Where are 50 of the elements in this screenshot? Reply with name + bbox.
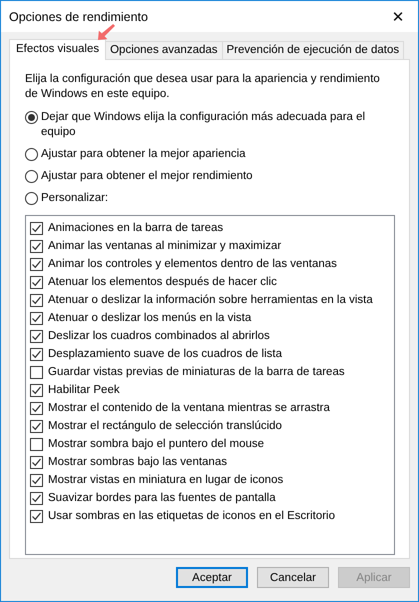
checkbox-label[interactable]: Mostrar el rectángulo de selección translúcido [48, 420, 282, 432]
radio-button[interactable] [25, 170, 38, 183]
dialog-button[interactable]: Aceptar [176, 567, 248, 588]
checkbox-label[interactable]: Desplazamiento suave de los cuadros de lista [48, 348, 282, 360]
checkbox-label[interactable]: Atenuar los elementos después de hacer clic [48, 276, 277, 288]
checkbox[interactable] [30, 420, 43, 432]
close-button[interactable]: ✕ [378, 1, 418, 32]
checkbox-label[interactable]: Mostrar sombra bajo el puntero del mouse [48, 438, 264, 450]
checkbox[interactable] [30, 456, 43, 468]
checkbox-label[interactable]: Suavizar bordes para las fuentes de pantalla [48, 492, 276, 504]
checkbox-label[interactable]: Animar las ventanas al minimizar y maximizar [48, 240, 282, 252]
tab[interactable]: Prevención de ejecución de datos [222, 41, 404, 59]
checkbox-label[interactable]: Mostrar vistas en miniatura en lugar de iconos [48, 474, 284, 486]
checkbox[interactable] [30, 510, 43, 522]
radio-label[interactable]: Personalizar: [41, 191, 108, 206]
checkbox[interactable] [30, 366, 43, 378]
description-text: Elija la configuración que desea usar para la apariencia y rendimiento de Windows en este equipo. [25, 72, 381, 102]
checkbox-label[interactable]: Atenuar o deslizar los menús en la vista [48, 312, 252, 324]
checkbox[interactable] [30, 312, 43, 324]
checkbox-label[interactable]: Usar sombras en las etiquetas de iconos en el Escritorio [48, 510, 336, 522]
checkbox-label[interactable]: Mostrar el contenido de la ventana mientras se arrastra [48, 402, 330, 414]
checkbox[interactable] [30, 474, 43, 486]
checkbox[interactable] [30, 402, 43, 414]
radio-label[interactable]: Dejar que Windows elija la configuración más adecuada para el equipo [41, 110, 395, 140]
checkbox[interactable] [30, 294, 43, 306]
checkbox[interactable] [30, 276, 43, 288]
checkbox-label[interactable]: Animar los controles y elementos dentro de las ventanas [48, 258, 337, 270]
checkbox-label[interactable]: Mostrar sombras bajo las ventanas [48, 456, 227, 468]
checkbox[interactable] [30, 240, 43, 252]
checkbox-label[interactable]: Deslizar los cuadros combinados al abrirlos [48, 330, 270, 342]
checkbox[interactable] [30, 222, 43, 234]
checkbox-label[interactable]: Habilitar Peek [48, 384, 120, 396]
checkbox[interactable] [30, 348, 43, 360]
checkbox[interactable] [30, 384, 43, 396]
radio-button[interactable] [25, 148, 38, 161]
checkbox-label[interactable]: Animaciones en la barra de tareas [48, 222, 224, 234]
radio-button[interactable] [25, 111, 38, 124]
radio-label[interactable]: Ajustar para obtener el mejor rendimiento [41, 169, 253, 184]
checkbox[interactable] [30, 330, 43, 342]
checkbox[interactable] [30, 258, 43, 270]
checkbox[interactable] [30, 438, 43, 450]
checkbox-label[interactable]: Atenuar o deslizar la información sobre herramientas en la vista [48, 294, 373, 306]
radio-label[interactable]: Ajustar para obtener la mejor apariencia [41, 147, 246, 162]
checkbox[interactable] [30, 492, 43, 504]
radio-button[interactable] [25, 192, 38, 205]
arrow-annotation-icon [97, 23, 115, 41]
checkbox-label[interactable]: Guardar vistas previas de miniaturas de la barra de tareas [48, 366, 345, 378]
tab[interactable]: Efectos visuales [9, 39, 106, 60]
dialog-button[interactable]: Cancelar [257, 567, 329, 588]
window-title: Opciones de rendimiento [9, 10, 148, 24]
